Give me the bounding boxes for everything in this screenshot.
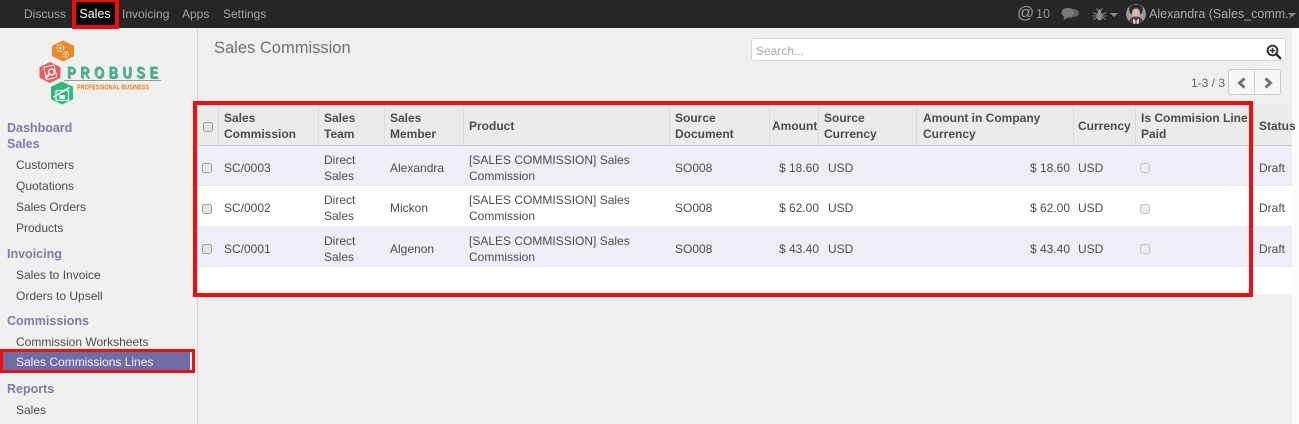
svg-text:PROBUSE: PROBUSE [67, 63, 163, 82]
svg-text:PROFESSIONAL BUSINESS: PROFESSIONAL BUSINESS [77, 83, 149, 92]
